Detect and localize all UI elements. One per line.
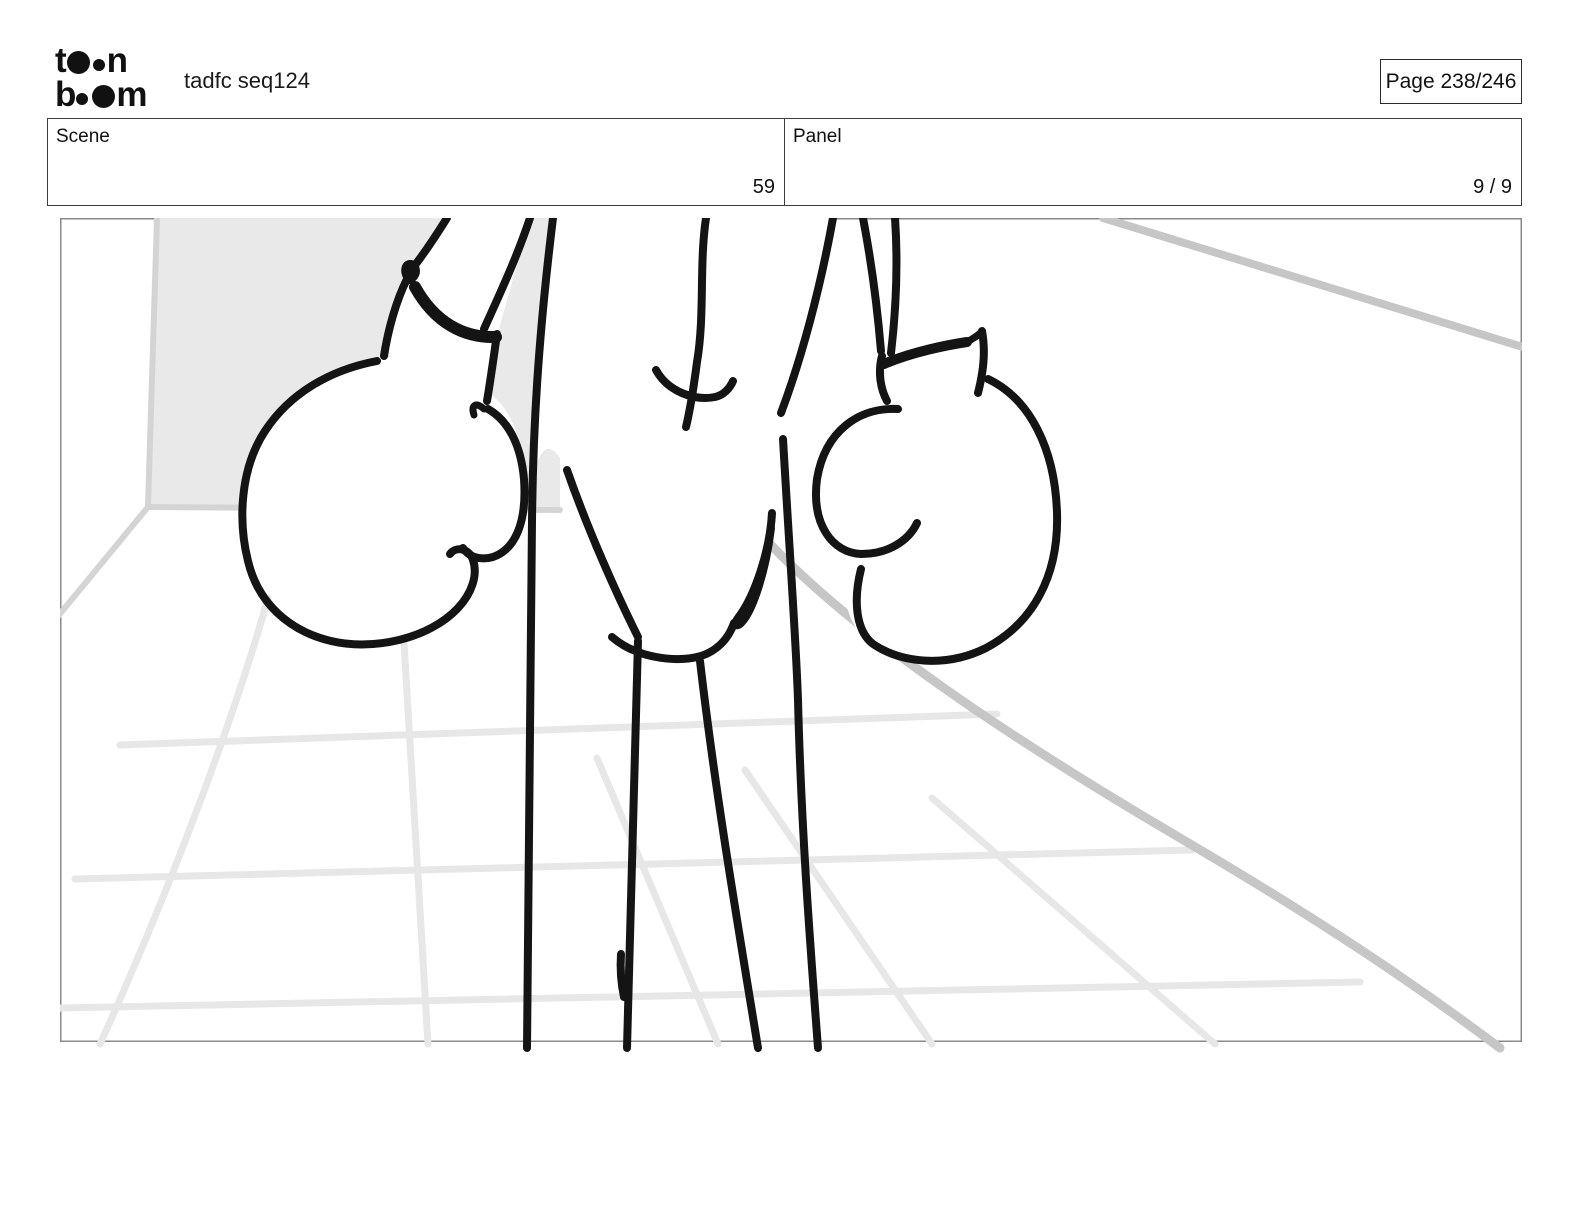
toonboom-logo: tn bm: [55, 41, 173, 115]
page-number-box: Page 238/246: [1380, 59, 1522, 104]
scene-label: Scene: [56, 126, 110, 147]
storyboard-drawing-panel: [60, 218, 1522, 1054]
logo-line-2: bm: [55, 75, 173, 115]
panel-number: 9 / 9: [1473, 176, 1512, 198]
page-number-label: Page 238/246: [1385, 69, 1517, 93]
right-arm-outline: [887, 218, 901, 357]
panel-cell: Panel 9 / 9: [785, 119, 1521, 205]
scene-cell: Scene 59: [48, 119, 785, 205]
logo-letter: t: [55, 41, 67, 81]
logo-letter: b: [55, 75, 76, 115]
logo-dot-icon: [92, 59, 105, 71]
scene-number: 59: [752, 176, 775, 198]
project-title: tadfc seq124: [184, 68, 310, 93]
scene-panel-info-bar: Scene 59 Panel 9 / 9: [47, 118, 1522, 206]
sketch-stray-stroke: [616, 950, 628, 1001]
logo-letter: m: [116, 75, 147, 115]
upper-right-wall-edge: [1099, 218, 1522, 351]
logo-line-1: tn: [55, 41, 173, 81]
logo-dot-icon: [92, 84, 116, 108]
left-leg-inner: [623, 637, 642, 1052]
logo-dot-icon: [66, 50, 90, 74]
floor-grid-lines: [60, 594, 1364, 1048]
right-leg-inner: [696, 657, 762, 1052]
right-arm-outline: [859, 218, 885, 355]
logo-dot-icon: [76, 93, 89, 105]
storyboard-export-page: tn bm tadfc seq124 Page 238/246 Scene 59…: [0, 0, 1584, 1224]
storyboard-sketch-image: [60, 218, 1522, 1053]
logo-letter: n: [106, 41, 128, 81]
right-leg-outer: [779, 435, 822, 1052]
panel-label: Panel: [793, 126, 842, 147]
